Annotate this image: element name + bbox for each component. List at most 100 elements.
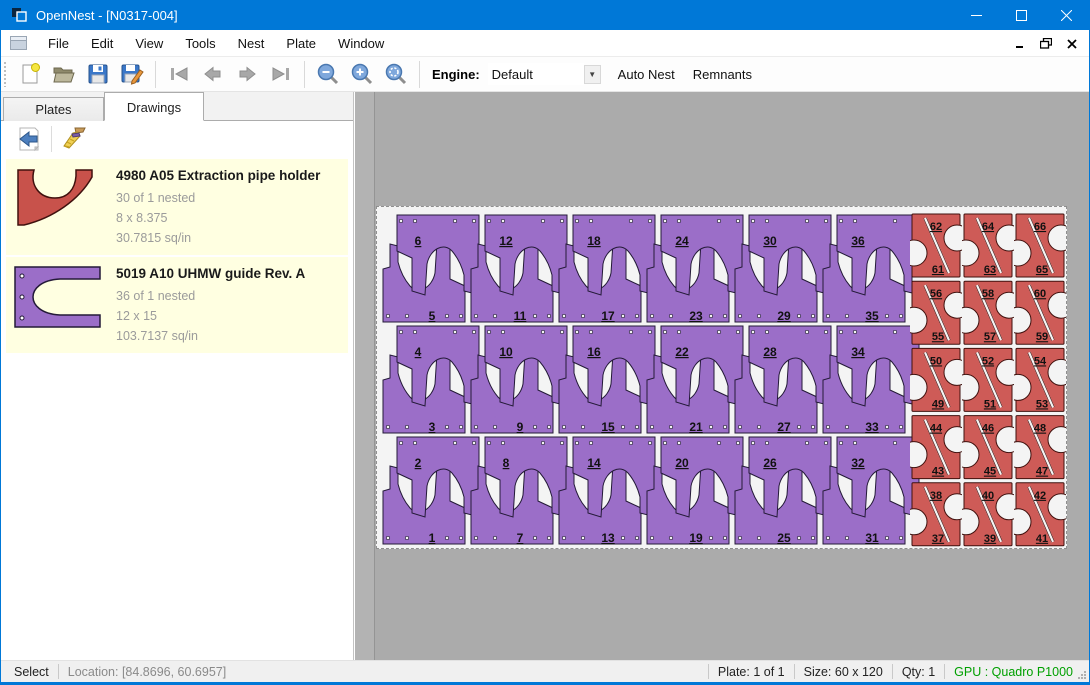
- part-number: 55: [932, 331, 944, 343]
- part-pair-66-65[interactable]: 66 65: [1005, 214, 1066, 277]
- part-number: 25: [777, 531, 791, 545]
- part-number: 38: [930, 490, 942, 502]
- part-pair-32-31[interactable]: 3132: [823, 437, 919, 545]
- part-pair-24-23[interactable]: 2324: [647, 215, 743, 323]
- save-as-button[interactable]: [115, 59, 149, 89]
- auto-nest-button[interactable]: Auto Nest: [609, 61, 684, 88]
- part-pair-36-35[interactable]: 35 36: [823, 215, 919, 323]
- part-pair-40-39[interactable]: 4039: [953, 483, 1022, 546]
- mdi-minimize-button[interactable]: [1009, 34, 1031, 54]
- part-number: 48: [1034, 423, 1046, 435]
- part-number: 9: [517, 420, 524, 434]
- part-number: 66: [1034, 221, 1046, 233]
- menu-window[interactable]: Window: [327, 31, 395, 56]
- part-number: 35: [865, 309, 879, 323]
- menu-edit[interactable]: Edit: [80, 31, 124, 56]
- send-back-button[interactable]: [13, 124, 45, 154]
- maximize-button[interactable]: [999, 0, 1044, 30]
- part-number: 58: [982, 288, 994, 300]
- part-pair-6-5[interactable]: 56: [383, 215, 479, 323]
- drawing-title: 5019 A10 UHMW guide Rev. A: [116, 266, 342, 281]
- engine-select[interactable]: Default: [488, 63, 584, 85]
- part-pair-22-21[interactable]: 2122: [647, 326, 743, 434]
- part-pair-60-59[interactable]: 6059: [1005, 281, 1066, 344]
- resize-grip[interactable]: [1077, 670, 1087, 680]
- part-pair-42-41[interactable]: 4241: [1005, 483, 1066, 546]
- part-pair-12-11[interactable]: 1112: [471, 215, 567, 323]
- part-pair-28-27[interactable]: 2728: [735, 326, 831, 434]
- nest-canvas[interactable]: 5634121112910781718151613142324212219202…: [355, 92, 1089, 660]
- part-number: 6: [415, 234, 422, 248]
- part-pair-26-25[interactable]: 2526: [735, 437, 831, 545]
- list-item-drawing-1[interactable]: 4980 A05 Extraction pipe holder 30 of 1 …: [6, 159, 348, 255]
- part-pair-30-29[interactable]: 2930: [735, 215, 831, 323]
- part-number: 59: [1036, 331, 1048, 343]
- menu-file[interactable]: File: [37, 31, 80, 56]
- previous-plate-button[interactable]: [196, 59, 230, 89]
- last-plate-button[interactable]: [264, 59, 298, 89]
- part-pair-46-45[interactable]: 4645: [953, 416, 1022, 479]
- part-pair-8-7[interactable]: 78: [471, 437, 567, 545]
- part-number: 36: [851, 234, 865, 248]
- drawing-nested: 36 of 1 nested: [116, 286, 342, 306]
- part-number: 24: [675, 234, 689, 248]
- part-pair-34-33[interactable]: 3334: [823, 326, 919, 434]
- tab-plates[interactable]: Plates: [3, 97, 104, 121]
- zoom-fit-button[interactable]: [379, 59, 413, 89]
- remnants-button[interactable]: Remnants: [684, 61, 761, 88]
- drawing-size: 12 x 15: [116, 306, 342, 326]
- menu-tools[interactable]: Tools: [174, 31, 226, 56]
- title-bar: OpenNest - [N0317-004]: [1, 0, 1089, 30]
- drawing-thumbnail: [12, 264, 116, 346]
- toolbar-grip[interactable]: [3, 61, 7, 87]
- save-button[interactable]: [81, 59, 115, 89]
- part-pair-20-19[interactable]: 1920: [647, 437, 743, 545]
- part-number: 64: [982, 221, 995, 233]
- part-number: 46: [982, 423, 994, 435]
- part-pair-14-13[interactable]: 1314: [559, 437, 655, 545]
- part-pair-48-47[interactable]: 4847: [1005, 416, 1066, 479]
- list-item-drawing-2[interactable]: 5019 A10 UHMW guide Rev. A 36 of 1 neste…: [6, 257, 348, 353]
- first-plate-button[interactable]: [162, 59, 196, 89]
- zoom-out-button[interactable]: [311, 59, 345, 89]
- tab-drawings[interactable]: Drawings: [104, 92, 204, 121]
- part-number: 3: [429, 420, 436, 434]
- part-number: 54: [1034, 355, 1047, 367]
- part-number: 49: [932, 398, 944, 410]
- menu-plate[interactable]: Plate: [275, 31, 327, 56]
- app-icon: [11, 7, 28, 24]
- minimize-button[interactable]: [954, 0, 999, 30]
- go-next-icon: [235, 62, 259, 86]
- part-number: 62: [930, 221, 942, 233]
- part-number: 16: [587, 345, 601, 359]
- part-pair-10-9[interactable]: 910: [471, 326, 567, 434]
- mdi-close-button[interactable]: [1061, 34, 1083, 54]
- part-pair-64-63[interactable]: 6463: [953, 214, 1022, 277]
- part-number: 43: [932, 466, 944, 478]
- mdi-restore-button[interactable]: [1035, 34, 1057, 54]
- zoom-in-button[interactable]: [345, 59, 379, 89]
- part-pair-54-53[interactable]: 5453: [1005, 348, 1066, 411]
- part-pair-52-51[interactable]: 5251: [953, 348, 1022, 411]
- canvas-splitter[interactable]: [355, 92, 375, 660]
- next-plate-button[interactable]: [230, 59, 264, 89]
- plate-sheet[interactable]: 5634121112910781718151613142324212219202…: [376, 206, 1067, 549]
- part-number: 65: [1036, 264, 1048, 276]
- part-pair-58-57[interactable]: 5857: [953, 281, 1022, 344]
- status-separator: [58, 664, 59, 679]
- engine-dropdown-arrow[interactable]: ▼: [584, 65, 601, 84]
- menu-view[interactable]: View: [124, 31, 174, 56]
- part-pair-18-17[interactable]: 1718: [559, 215, 655, 323]
- part-number: 28: [763, 345, 777, 359]
- part-pair-2-1[interactable]: 12: [383, 437, 479, 545]
- mdi-child-icon[interactable]: [10, 36, 27, 50]
- part-pair-4-3[interactable]: 34: [383, 326, 479, 434]
- open-button[interactable]: [47, 59, 81, 89]
- clean-button[interactable]: [58, 124, 90, 154]
- menu-nest[interactable]: Nest: [227, 31, 276, 56]
- new-file-button[interactable]: [13, 59, 47, 89]
- part-pair-16-15[interactable]: 1516: [559, 326, 655, 434]
- close-button[interactable]: [1044, 0, 1089, 30]
- blue-arrow-left-icon: [16, 126, 42, 152]
- status-qty: Qty: 1: [902, 665, 935, 679]
